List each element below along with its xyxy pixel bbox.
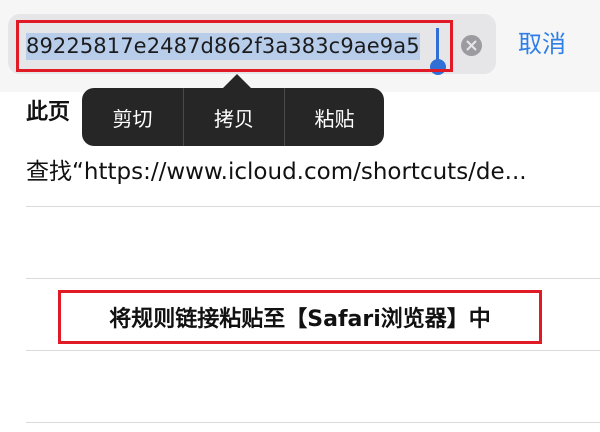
divider: [26, 350, 600, 351]
search-suggestion-row[interactable]: 查找“https://www.icloud.com/shortcuts/de..…: [26, 152, 586, 192]
url-highlight-box: [16, 20, 453, 72]
menu-item-cut[interactable]: 剪切: [82, 88, 183, 146]
divider: [26, 206, 600, 207]
divider: [26, 278, 600, 279]
instruction-text: 将规则链接粘贴至【Safari浏览器】中: [109, 307, 491, 332]
menu-item-copy[interactable]: 拷贝: [183, 88, 284, 146]
menu-pointer: [223, 74, 251, 88]
section-title: 此页: [26, 100, 71, 125]
divider: [26, 422, 600, 423]
context-menu: 剪切 拷贝 粘贴: [82, 88, 384, 146]
clear-x-glyph: [466, 40, 477, 51]
cancel-button[interactable]: 取消: [518, 28, 566, 60]
instruction-box: 将规则链接粘贴至【Safari浏览器】中: [58, 290, 542, 344]
menu-item-paste[interactable]: 粘贴: [284, 88, 384, 146]
clear-x-icon[interactable]: [461, 35, 482, 56]
